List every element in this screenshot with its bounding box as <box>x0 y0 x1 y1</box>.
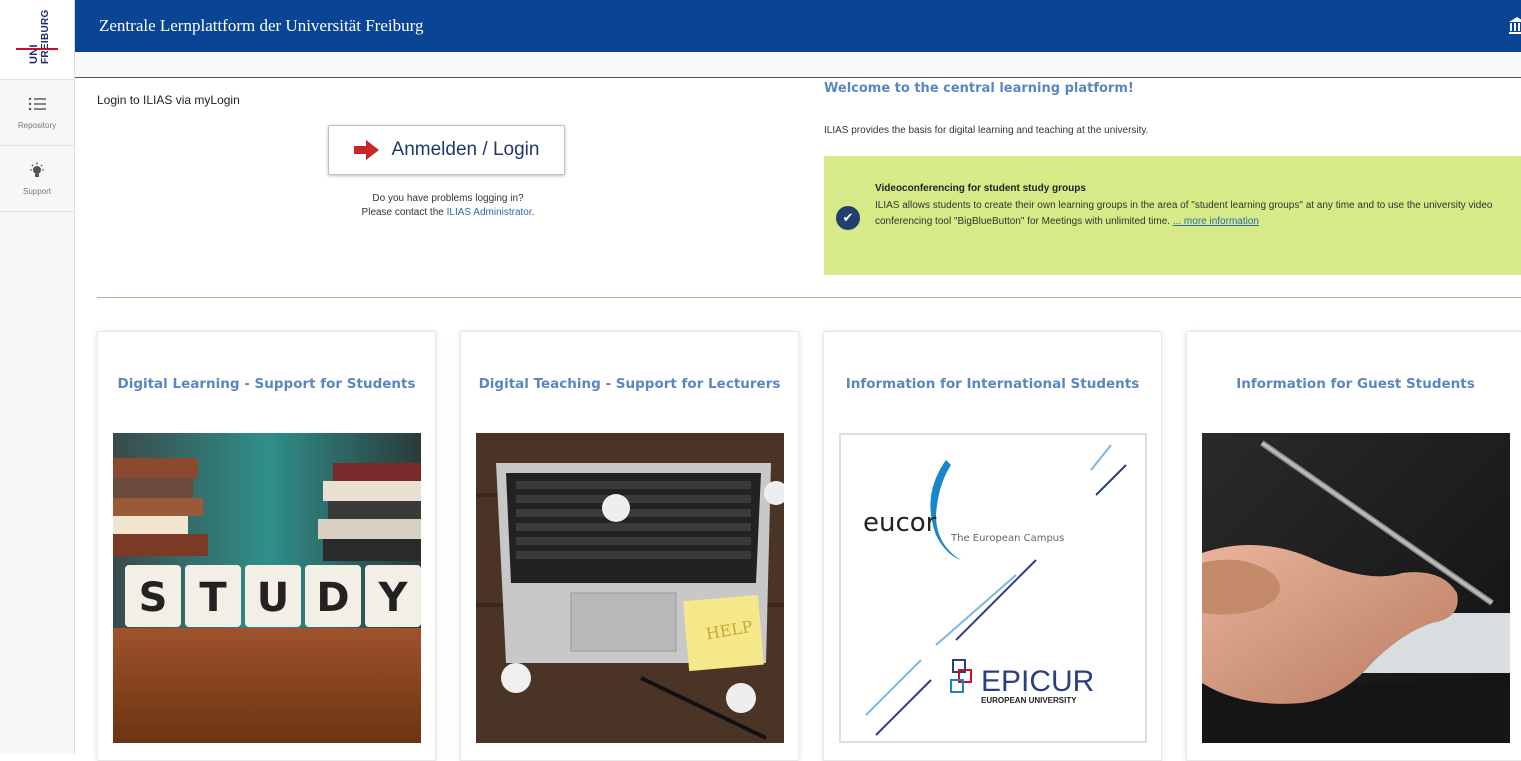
welcome-title: Welcome to the central learning platform… <box>824 81 1134 96</box>
sidebar-item-label: Repository <box>17 120 57 130</box>
top-header: Zentrale Lernplattform der Universität F… <box>75 0 1521 52</box>
videoconference-notice: ✔ Videoconferencing for student study gr… <box>824 156 1521 275</box>
svg-text:U: U <box>257 575 289 621</box>
sub-header-bar <box>75 52 1521 78</box>
sidebar-item-support[interactable]: Support <box>0 146 74 212</box>
arrow-right-icon <box>353 140 379 160</box>
laptop-image: HELP <box>476 433 784 743</box>
login-button-label: Anmelden / Login <box>391 139 540 160</box>
card-digital-learning[interactable]: Digital Learning - Support for Students … <box>97 331 436 761</box>
lightbulb-icon <box>28 162 46 184</box>
card-title: Digital Learning - Support for Students <box>117 376 416 392</box>
help-line-2: Please contact the ILIAS Administrator. <box>361 207 535 218</box>
svg-text:T: T <box>199 575 227 621</box>
checkmark-icon: ✔ <box>836 206 860 230</box>
svg-text:S: S <box>139 575 168 621</box>
logo-uni-text: UNI <box>28 43 40 64</box>
help-line-1: Do you have problems logging in? <box>372 193 524 204</box>
card-title: Information for Guest Students <box>1236 376 1475 392</box>
header-title: Zentrale Lernplattform der Universität F… <box>99 16 424 35</box>
logo-mark: UNI FREIBURG <box>14 8 60 70</box>
login-button[interactable]: Anmelden / Login <box>328 125 565 175</box>
card-digital-teaching[interactable]: Digital Teaching - Support for Lecturers… <box>460 331 799 761</box>
eucor-logo-text: eucor <box>863 508 937 538</box>
study-image: S T U D Y <box>113 433 421 743</box>
sidebar-item-label: Support <box>22 186 52 196</box>
svg-text:D: D <box>316 575 349 621</box>
card-title: Digital Teaching - Support for Lecturers <box>478 376 781 392</box>
logo-red-line <box>16 47 58 50</box>
card-international-students[interactable]: Information for International Students e… <box>823 331 1162 761</box>
eucor-epicur-image: eucor The European Campus EPICUR EUROPEA… <box>839 433 1147 743</box>
uni-freiburg-logo[interactable]: UNI FREIBURG <box>0 0 74 80</box>
svg-text:Y: Y <box>378 575 409 621</box>
epicur-subtitle: EUROPEAN UNIVERSITY <box>981 696 1077 705</box>
ilias-administrator-link[interactable]: ILIAS Administrator <box>447 207 532 218</box>
building-icon[interactable] <box>1507 15 1521 35</box>
logo-freiburg-text: FREIBURG <box>40 8 51 64</box>
notice-title: Videoconferencing for student study grou… <box>875 183 1086 194</box>
notice-body: ILIAS allows students to create their ow… <box>875 200 1493 227</box>
card-guest-students[interactable]: Information for Guest Students <box>1186 331 1521 761</box>
eucor-subtitle: The European Campus <box>950 533 1064 544</box>
sidebar-item-repository[interactable]: Repository <box>0 80 74 146</box>
login-help-text: Do you have problems logging in? Please … <box>290 192 606 220</box>
writing-hand-image <box>1202 433 1510 743</box>
section-divider <box>97 297 1521 298</box>
epicur-logo-icon <box>950 659 972 693</box>
epicur-logo-text: EPICUR <box>981 665 1094 698</box>
list-icon <box>28 96 46 118</box>
main-sidebar: UNI FREIBURG Repository Support <box>0 0 75 754</box>
more-information-link[interactable]: ... more information <box>1173 216 1259 227</box>
login-label: Login to ILIAS via myLogin <box>97 93 240 107</box>
card-title: Information for International Students <box>845 376 1140 392</box>
welcome-text: ILIAS provides the basis for digital lea… <box>824 125 1149 136</box>
